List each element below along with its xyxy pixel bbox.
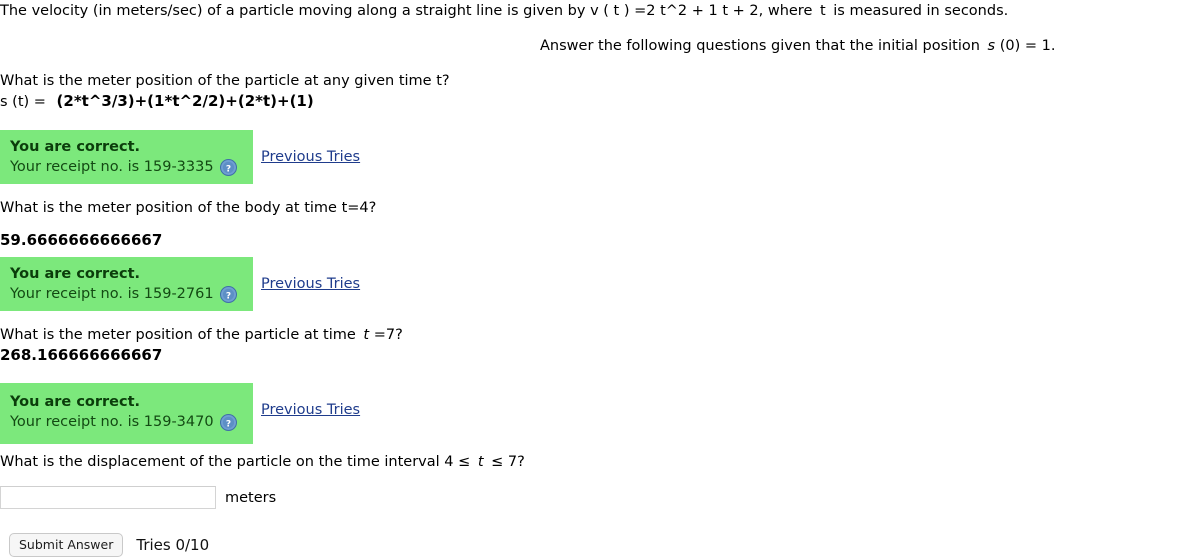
question-2-prompt-text: What is the meter position of the body a… (0, 200, 377, 216)
submit-row: Submit Answer Tries 0/10 (9, 533, 209, 557)
question-1-prompt-text: What is the meter position of the partic… (0, 73, 450, 89)
question-2-feedback-row: You are correct. Your receipt no. is 159… (0, 257, 360, 311)
help-icon[interactable]: ? (219, 158, 237, 176)
initial-condition-text-a: Answer the following questions given tha… (540, 38, 980, 54)
question-4-prompt-text-b: ≤ 7? (491, 454, 525, 470)
question-3-feedback-row: You are correct. Your receipt no. is 159… (0, 383, 360, 444)
question-3-feedback-receipt-row: Your receipt no. is 159-3470 ? (10, 412, 243, 432)
question-2-feedback-title: You are correct. (10, 266, 141, 282)
question-3-previous-tries-link[interactable]: Previous Tries (261, 402, 360, 418)
answer-input[interactable] (0, 486, 216, 509)
initial-condition-text-b: (0) = 1. (999, 38, 1056, 54)
question-1-feedback-receipt: Your receipt no. is 159-3335 (10, 159, 214, 175)
svg-text:?: ? (225, 164, 230, 174)
svg-text:?: ? (225, 291, 230, 301)
help-icon[interactable]: ? (219, 285, 237, 303)
question-2-prompt: What is the meter position of the body a… (0, 199, 376, 218)
tries-counter: Tries 0/10 (136, 536, 210, 554)
help-icon[interactable]: ? (219, 413, 237, 431)
question-3-feedback-title: You are correct. (10, 394, 141, 410)
question-2-feedback-box: You are correct. Your receipt no. is 159… (0, 257, 253, 311)
svg-text:?: ? (225, 419, 230, 429)
question-2-feedback-receipt: Your receipt no. is 159-2761 (10, 286, 214, 302)
question-1-previous-tries-link[interactable]: Previous Tries (261, 149, 360, 165)
question-1-answer-value: (2*t^3/3)+(1*t^2/2)+(2*t)+(1) (56, 92, 314, 110)
variable-t: t (819, 3, 826, 19)
question-1-prompt: What is the meter position of the partic… (0, 72, 450, 91)
variable-t: t (363, 327, 370, 343)
question-4-answer-entry: meters (0, 486, 276, 509)
question-4-prompt-text-a: What is the displacement of the particle… (0, 454, 471, 470)
submit-answer-button[interactable]: Submit Answer (9, 533, 124, 557)
question-3-prompt-text-a: What is the meter position of the partic… (0, 327, 356, 343)
variable-s: s (987, 38, 996, 54)
problem-statement-text-a: The velocity (in meters/sec) of a partic… (0, 3, 813, 19)
question-1-feedback-box: You are correct. Your receipt no. is 159… (0, 130, 253, 184)
problem-statement-line-1: The velocity (in meters/sec) of a partic… (0, 2, 1008, 21)
question-1-feedback-receipt-row: Your receipt no. is 159-3335 ? (10, 157, 243, 177)
question-1-feedback-title: You are correct. (10, 139, 141, 155)
question-2-previous-tries-link[interactable]: Previous Tries (261, 276, 360, 292)
answer-units-label: meters (225, 489, 277, 506)
question-1-feedback-row: You are correct. Your receipt no. is 159… (0, 130, 360, 184)
question-2-feedback-receipt-row: Your receipt no. is 159-2761 ? (10, 284, 243, 304)
question-1-answer-label: s (t) = (0, 94, 46, 110)
question-3-prompt: What is the meter position of the partic… (0, 326, 403, 345)
question-3-feedback-receipt: Your receipt no. is 159-3470 (10, 414, 214, 430)
problem-statement-line-2: Answer the following questions given tha… (540, 37, 1055, 56)
question-2-answer-value: 59.6666666666667 (0, 231, 163, 249)
question-1-answer: s (t) = (2*t^3/3)+(1*t^2/2)+(2*t)+(1) (0, 92, 314, 112)
question-3-answer-value: 268.166666666667 (0, 346, 163, 364)
question-3-feedback-box: You are correct. Your receipt no. is 159… (0, 383, 253, 444)
homework-problem-page: The velocity (in meters/sec) of a partic… (0, 0, 1200, 557)
problem-statement-text-b: is measured in seconds. (833, 3, 1009, 19)
variable-t: t (477, 454, 484, 470)
question-4-prompt: What is the displacement of the particle… (0, 453, 525, 472)
question-3-prompt-text-b: =7? (373, 327, 403, 343)
